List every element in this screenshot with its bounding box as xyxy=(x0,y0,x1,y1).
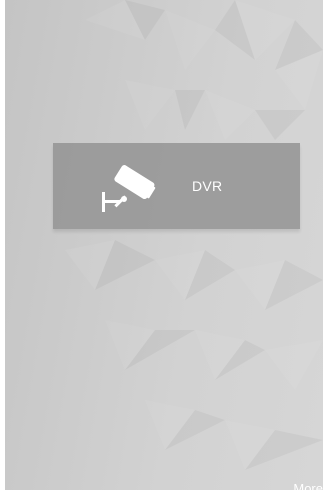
cctv-camera-icon xyxy=(102,165,156,212)
background-pattern xyxy=(65,0,323,470)
dvr-menu-item[interactable]: DVR xyxy=(53,143,300,229)
app-screen: DVR More xyxy=(5,0,323,490)
more-link[interactable]: More xyxy=(293,481,323,490)
dvr-label: DVR xyxy=(192,178,223,194)
